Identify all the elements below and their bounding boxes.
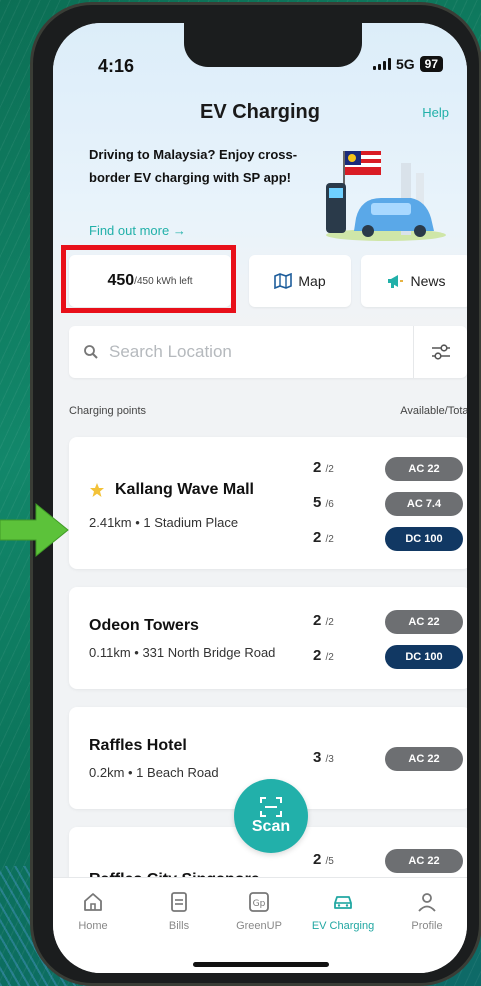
availability: 2 /2 [313,459,334,476]
promo-text: Driving to Malaysia? Enjoy cross-border … [89,147,298,185]
total-count: /5 [325,856,334,867]
availability: 2 /2 [313,529,334,546]
total-count: /6 [325,499,334,510]
megaphone-icon [388,275,404,288]
ev-charging-illustration [326,151,446,241]
total-count: /2 [325,534,334,545]
signal-icon [372,58,391,70]
available-count: 2 [313,459,322,476]
scan-label: Scan [251,818,291,835]
list-header-right: Available/Total [400,405,467,417]
green-arrow-icon [0,502,69,558]
app-screen: 4:16 5G 97 EV Charging Help Driving to M… [53,23,467,973]
availability: 3 /3 [313,749,334,766]
battery-icon: 97 [419,56,443,72]
greenup-icon: Gp [249,892,269,912]
search-bar [69,326,467,378]
home-indicator [193,962,329,967]
tab-bills[interactable]: Bills [139,890,219,932]
list-header-left: Charging points [69,405,147,417]
filter-button[interactable] [413,326,467,378]
filter-sliders-icon [431,344,450,360]
tab-ev-charging[interactable]: EV Charging [299,890,387,932]
home-icon [84,893,102,911]
map-icon [274,273,293,289]
station-address: 0.2km • 1 Beach Road [89,765,219,780]
station-name-text: Kallang Wave Mall [115,481,254,498]
available-count: 2 [313,647,322,664]
charger-type-badge: AC 22 [385,747,463,771]
status-indicators: 5G 97 [372,56,443,72]
charger-type-badge: AC 7.4 [385,492,463,516]
station-name: Odeon Towers [89,617,199,635]
charger-type-badge: AC 22 [385,457,463,481]
tab-greenup[interactable]: Gp GreenUP [219,890,299,932]
total-count: /3 [325,754,334,765]
tab-label: Profile [411,920,443,932]
tab-profile[interactable]: Profile [387,890,467,932]
news-label: News [410,273,446,289]
list-header: Charging points Available/Total [69,405,467,417]
help-link[interactable]: Help [422,105,449,120]
total-count: /2 [325,617,334,628]
availability: 2 /5 [313,851,334,868]
phone-frame: 4:16 5G 97 EV Charging Help Driving to M… [30,2,481,986]
star-icon[interactable] [89,482,105,498]
tab-home[interactable]: Home [53,890,133,932]
find-out-more-link[interactable]: Find out more → [89,223,186,238]
network-label: 5G [395,56,415,72]
map-button[interactable]: Map [249,255,351,307]
bills-icon [171,892,187,912]
station-card-odeon-towers[interactable]: Odeon Towers 0.11km • 331 North Bridge R… [69,587,467,689]
total-count: /2 [325,464,334,475]
news-button[interactable]: News [361,255,467,307]
total-count: /2 [325,652,334,663]
availability: 5 /6 [313,494,334,511]
charger-type-badge: DC 100 [385,645,463,669]
scan-button[interactable]: Scan [234,779,308,853]
available-count: 2 [313,612,322,629]
charger-type-badge: AC 22 [385,849,463,873]
profile-icon [418,893,436,912]
page-title: EV Charging [199,101,320,123]
available-count: 5 [313,494,322,511]
available-count: 3 [313,749,322,766]
available-count: 2 [313,851,322,868]
station-address: 0.11km • 331 North Bridge Road [89,645,276,660]
tab-label: EV Charging [311,920,375,932]
availability: 2 /2 [313,612,334,629]
map-label: Map [298,273,326,289]
car-icon [334,896,352,909]
station-name-text: Odeon Towers [89,617,199,634]
notch [184,23,362,67]
bottom-tab-bar: Home Bills Gp GreenUP EV Charging Profil… [53,877,467,973]
search-input[interactable] [109,342,399,362]
tab-label: Bills [168,920,190,932]
svg-text:Gp: Gp [253,899,266,909]
status-time: 4:16 [98,56,135,76]
highlight-box [61,245,236,313]
charger-type-badge: AC 22 [385,610,463,634]
station-name-text: Raffles Hotel [89,737,187,754]
station-card-kallang-wave-mall[interactable]: Kallang Wave Mall 2.41km • 1 Stadium Pla… [69,437,467,569]
available-count: 2 [313,529,322,546]
station-name: Kallang Wave Mall [89,481,254,499]
charger-type-badge: DC 100 [385,527,463,551]
station-name: Raffles Hotel [89,737,187,755]
station-address: 2.41km • 1 Stadium Place [89,515,239,530]
availability: 2 /2 [313,647,334,664]
scan-icon [260,797,282,817]
search-icon [84,345,98,359]
tab-label: Home [78,920,108,932]
tab-label: GreenUP [236,920,282,932]
